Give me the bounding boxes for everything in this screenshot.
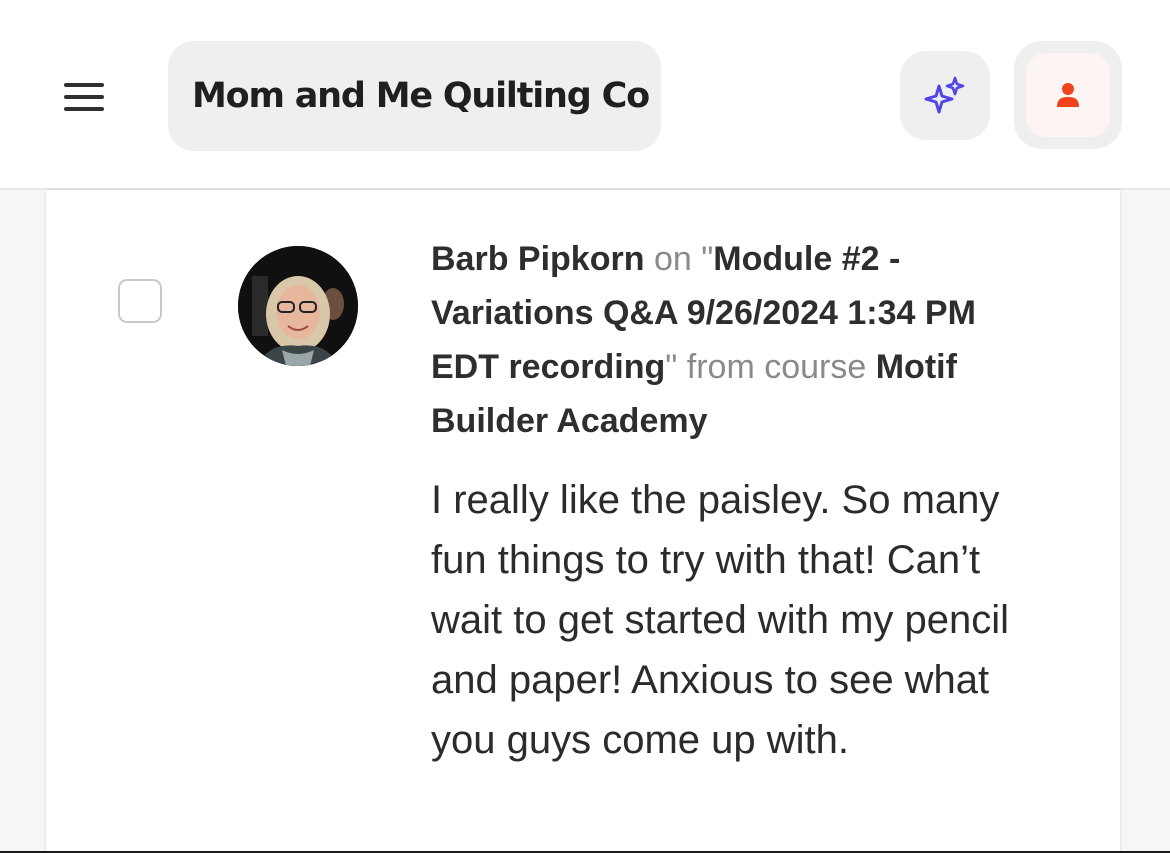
account-button[interactable] xyxy=(1014,41,1122,149)
comment-body: I really like the paisley. So many fun t… xyxy=(431,478,1010,762)
author-name[interactable]: Barb Pipkorn xyxy=(431,240,644,278)
comment-card: Barb Pipkorn on "Module #2 - Variations … xyxy=(46,190,1120,853)
quote-open: " xyxy=(701,240,714,278)
select-comment-checkbox[interactable] xyxy=(118,279,162,323)
avatar xyxy=(238,246,358,366)
top-bar: Mom and Me Quilting Co xyxy=(0,0,1170,190)
ai-assistant-button[interactable] xyxy=(900,51,990,140)
school-name-button[interactable]: Mom and Me Quilting Co xyxy=(168,41,661,151)
from-course-label: from course xyxy=(686,348,867,386)
school-name: Mom and Me Quilting Co xyxy=(192,76,650,116)
comment-meta: Barb Pipkorn on "Module #2 - Variations … xyxy=(431,232,1001,448)
account-button-inner xyxy=(1026,53,1110,137)
on-label: on xyxy=(653,240,692,278)
person-icon xyxy=(1057,83,1079,107)
hamburger-menu-icon[interactable] xyxy=(54,72,114,120)
quote-close: " xyxy=(665,348,678,386)
sparkles-icon xyxy=(924,76,965,113)
